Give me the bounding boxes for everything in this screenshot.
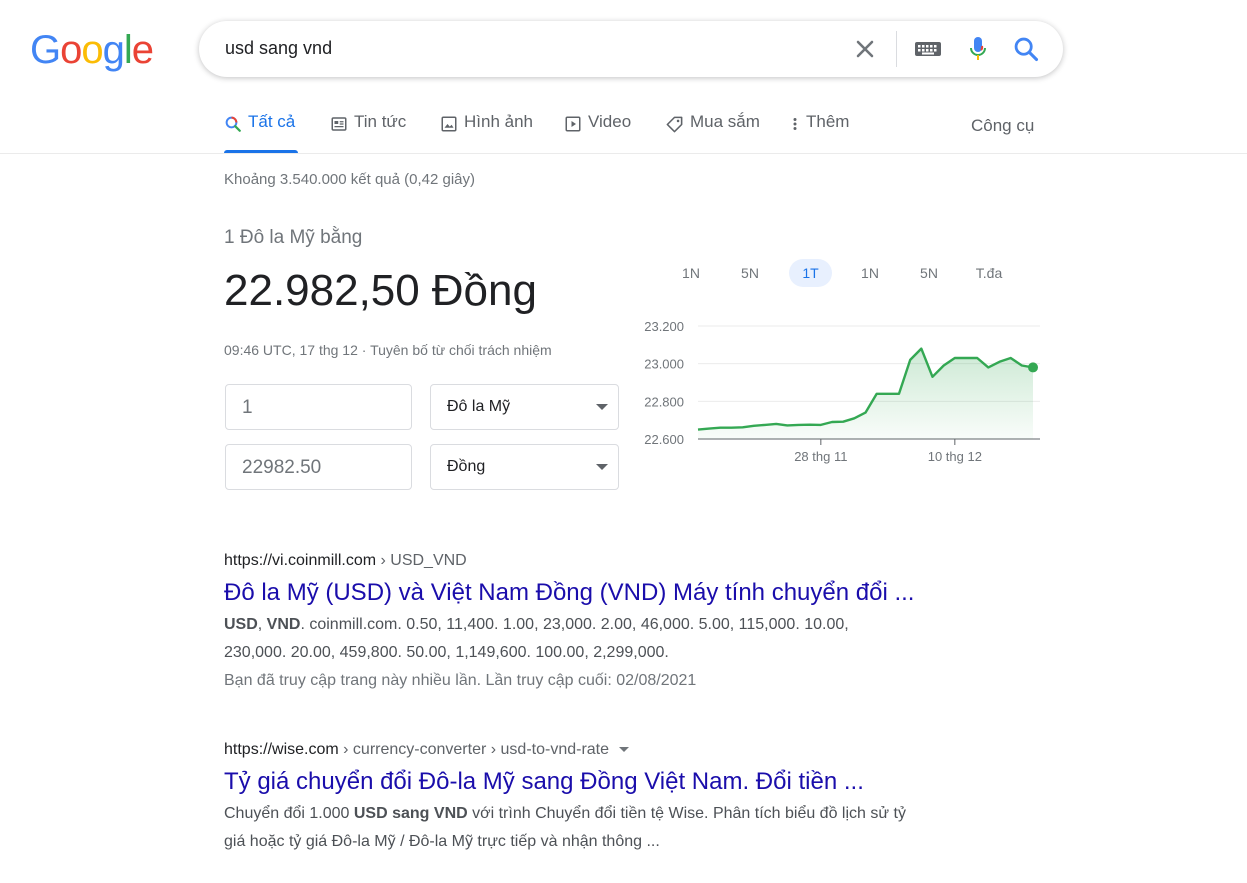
range-tab-1d[interactable]: 1N [672,259,710,287]
logo-letter: g [102,28,125,72]
snippet-bold: USD [224,616,258,633]
microphone-icon[interactable] [965,35,991,63]
x-tick-label: 28 thg 11 [794,449,847,464]
logo-letter: G [30,28,61,72]
exchange-rate-chart[interactable]: 23.200 23.000 22.800 22.600 28 thg 11 10 thg … [630,310,1050,480]
snippet-text: 230,000. 20.00, 459,800. 50.00, 1,149,60… [224,644,669,661]
tab-shopping[interactable]: Mua sắm [665,112,760,152]
conversion-value: 22.982,50 [224,266,420,315]
tab-label: Video [588,112,632,131]
snippet-text: , [257,616,267,633]
logo-letter: o [81,28,103,72]
result-domain: https://vi.coinmill.com [224,552,377,569]
snippet-text: giá hoặc tỷ giá Đô-la Mỹ / Đô-la Mỹ trực… [224,833,660,850]
range-tab-1m[interactable]: 1T [789,259,832,287]
result-menu-arrow-icon[interactable] [619,747,630,753]
range-tab-max[interactable]: T.đa [966,259,1012,287]
from-currency-select[interactable]: Đô la Mỹ [430,384,619,430]
tab-more[interactable]: Thêm [790,112,849,152]
y-tick-label: 23.200 [644,319,684,334]
tab-label: Thêm [806,112,850,131]
tab-video[interactable]: Video [564,112,631,152]
search-input[interactable]: usd sang vnd [225,38,332,59]
logo-letter: l [123,28,133,72]
visited-note: Bạn đã truy cập trang này nhiều lần. Lần… [224,672,697,689]
dropdown-arrow-icon [596,464,608,470]
tab-label: Tất cả [248,112,296,131]
header-divider [0,153,1247,154]
more-vert-icon [793,118,797,130]
search-result: https://vi.coinmill.com › USD_VND Đô la … [224,550,984,695]
google-logo[interactable]: Google [30,28,154,72]
tab-all[interactable]: Tất cả [224,112,295,152]
meta-separator: · [361,342,367,358]
result-domain: https://wise.com [224,741,339,758]
to-amount-input[interactable]: 22982.50 [225,444,412,490]
video-icon [565,116,581,132]
tab-label: Hình ảnh [464,112,533,131]
result-url[interactable]: https://wise.com › currency-converter › … [224,739,984,761]
result-stats: Khoảng 3.540.000 kết quả (0,42 giây) [224,171,476,188]
tools-button[interactable]: Công cụ [971,116,1034,136]
conversion-result: 22.982,50 Đồng [224,266,537,316]
search-box[interactable]: usd sang vnd [199,21,1063,77]
tab-news[interactable]: Tin tức [330,112,406,152]
conversion-label: 1 Đô la Mỹ bằng [224,227,363,248]
conversion-timestamp: 09:46 UTC, 17 thg 12 [224,342,358,358]
snippet-text: với trình Chuyển đổi tiền tệ Wise. Phân … [467,805,906,822]
range-tab-5y[interactable]: 5N [910,259,948,287]
last-value-point [1028,362,1038,373]
range-tab-1y[interactable]: 1N [851,259,889,287]
conversion-meta: 09:46 UTC, 17 thg 12 · Tuyên bố từ chối … [224,342,552,358]
news-icon [331,117,347,131]
logo-letter: o [60,28,82,72]
snippet-bold: VND [266,616,301,633]
snippet-bold: USD sang VND [353,805,468,822]
snippet-text: . coinmill.com. 0.50, 11,400. 1.00, 23,0… [300,616,849,633]
from-amount-input[interactable]: 1 [225,384,412,430]
tab-label: Mua sắm [690,112,760,131]
result-title[interactable]: Tỷ giá chuyển đổi Đô-la Mỹ sang Đồng Việ… [224,767,984,797]
from-currency-value: Đô la Mỹ [447,398,511,415]
keyboard-icon[interactable] [914,37,942,61]
result-snippet: Chuyển đổi 1.000 USD sang VND với trình … [224,800,984,856]
tab-images[interactable]: Hình ảnh [440,112,533,152]
x-tick-label: 10 thg 12 [928,449,982,464]
to-currency-select[interactable]: Đồng [430,444,619,490]
tag-icon [666,116,683,133]
tab-label: Tin tức [354,112,407,131]
range-tab-5d[interactable]: 5N [731,259,769,287]
snippet-text: Chuyển đổi 1.000 [224,805,354,822]
result-snippet: USD, VND. coinmill.com. 0.50, 11,400. 1.… [224,611,984,667]
disclaimer-link[interactable]: Tuyên bố từ chối trách nhiệm [370,342,552,358]
result-url[interactable]: https://vi.coinmill.com › USD_VND [224,550,984,572]
search-result: https://wise.com › currency-converter › … [224,739,984,856]
close-icon[interactable] [851,35,879,63]
result-title[interactable]: Đô la Mỹ (USD) và Việt Nam Đồng (VND) Má… [224,578,984,608]
dropdown-arrow-icon [596,404,608,410]
logo-letter: e [131,28,154,72]
result-path: › USD_VND [376,552,467,569]
image-icon [441,116,457,132]
y-tick-label: 22.800 [644,394,684,409]
to-currency-value: Đồng [447,458,486,475]
y-tick-label: 23.000 [644,357,684,372]
search-icon [225,116,241,132]
y-tick-label: 22.600 [644,432,684,447]
result-path: › currency-converter › usd-to-vnd-rate [338,741,610,758]
conversion-unit: Đồng [431,266,537,315]
search-box-divider [896,31,897,67]
search-icon[interactable] [1012,35,1040,63]
